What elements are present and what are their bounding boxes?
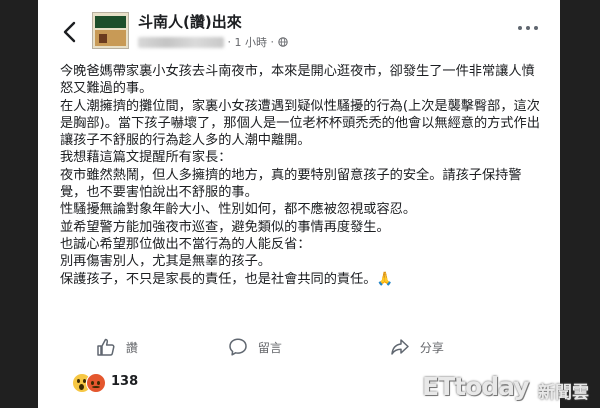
page-name[interactable]: 斗南人(讚)出來 bbox=[138, 11, 242, 32]
watermark-sub: 新聞雲 bbox=[538, 383, 589, 403]
redacted-author bbox=[138, 36, 224, 48]
globe-icon bbox=[277, 37, 288, 47]
post-action-bar: 讚 留言 分享 bbox=[38, 333, 560, 363]
comment-button[interactable]: 留言 bbox=[228, 337, 282, 359]
comment-label: 留言 bbox=[257, 340, 282, 355]
comment-bubble-icon bbox=[229, 338, 247, 356]
post-paragraph: 在人潮擁擠的攤位間，家裏小女孩遭遇到疑似性騷擾的行為(上次是襲擊臀部，這次是胸部… bbox=[60, 98, 540, 149]
angry-eye bbox=[97, 381, 100, 385]
share-arrow-icon bbox=[391, 339, 409, 355]
post-paragraph: 夜市雖然熱鬧，但人多擁擠的地方，真的要特別留意孩子的安全。請孩子保持警覺，也不要… bbox=[60, 167, 522, 201]
angry-mouth bbox=[92, 386, 100, 388]
share-button[interactable]: 分享 bbox=[390, 337, 444, 359]
avatar-storefront bbox=[95, 30, 126, 46]
post-paragraph: 我想藉這篇文提醒所有家長： bbox=[60, 150, 232, 166]
thumbs-up-icon bbox=[97, 338, 115, 356]
post-header: 斗南人(讚)出來 · 1 小時 · bbox=[38, 0, 560, 60]
wow-mouth bbox=[79, 384, 84, 390]
more-dot bbox=[534, 26, 538, 30]
post-paragraph: 性騷擾無論對象年齡大小、性別如何，都不應被忽視或容忍。 bbox=[60, 202, 417, 218]
angry-reaction-icon bbox=[86, 373, 106, 393]
reaction-count[interactable]: 138 bbox=[111, 374, 138, 389]
share-label: 分享 bbox=[419, 340, 444, 355]
post-paragraph: 今晚爸媽帶家裏小女孩去斗南夜市，本來是開心逛夜市，卻發生了一件非常讓人憤怒又難過… bbox=[60, 64, 535, 97]
avatar-storefront-sign bbox=[95, 16, 126, 28]
post-paragraph: 並希望警方能加強夜市巡查，避免類似的事情再度發生。 bbox=[60, 219, 390, 235]
post-timestamp[interactable]: 1 小時 bbox=[235, 36, 268, 49]
post-meta: · 1 小時 · bbox=[138, 34, 288, 50]
like-label: 讚 bbox=[125, 340, 138, 355]
facebook-post-card: 斗南人(讚)出來 · 1 小時 · 今晚爸媽帶家裏小女孩去斗南夜市，本來是開心逛… bbox=[38, 0, 560, 408]
page-avatar[interactable] bbox=[92, 12, 129, 49]
more-dot bbox=[518, 26, 522, 30]
post-paragraph: 也誠心希望那位做出不當行為的人能反省： bbox=[60, 236, 311, 252]
post-paragraph: 別再傷害別人，尤其是無辜的孩子。 bbox=[60, 254, 271, 270]
more-dot bbox=[526, 26, 530, 30]
post-paragraph: 保護孩子，不只是家長的責任，也是社會共同的責任。🙏 bbox=[60, 271, 393, 287]
meta-separator-2: · bbox=[270, 35, 275, 49]
like-button[interactable]: 讚 bbox=[96, 337, 138, 359]
more-options-icon[interactable] bbox=[518, 26, 542, 36]
post-body: 今晚爸媽帶家裏小女孩去斗南夜市，本來是開心逛夜市，卻發生了一件非常讓人憤怒又難過… bbox=[60, 63, 540, 288]
back-arrow-icon[interactable] bbox=[60, 20, 80, 44]
watermark-brand: ETtoday bbox=[422, 372, 530, 401]
angry-eye bbox=[91, 381, 94, 385]
ettoday-watermark: ETtoday 新聞雲 bbox=[422, 372, 600, 408]
screenshot-stage: 斗南人(讚)出來 · 1 小時 · 今晚爸媽帶家裏小女孩去斗南夜市，本來是開心逛… bbox=[0, 0, 600, 408]
wow-eye bbox=[77, 379, 80, 383]
meta-separator: · bbox=[227, 35, 232, 49]
